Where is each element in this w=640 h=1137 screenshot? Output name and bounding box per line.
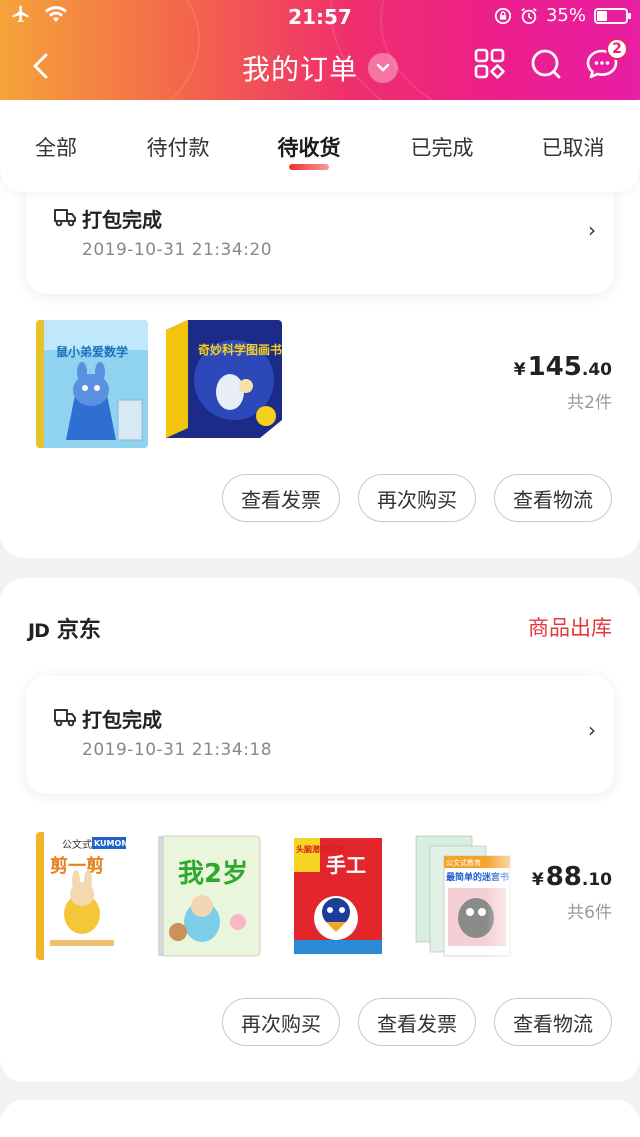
active-tab-indicator bbox=[289, 164, 329, 170]
chevron-down-icon bbox=[368, 53, 398, 83]
tracking-summary[interactable]: 打包完成 2019-10-31 21:34:20 › bbox=[26, 176, 614, 294]
message-button[interactable]: 2 bbox=[584, 38, 628, 82]
order-card[interactable]: 打包完成 2019-10-31 21:34:20 › 鼠小弟爱数学 奇妙科学图画… bbox=[0, 160, 640, 558]
page-title: 我的订单 bbox=[241, 53, 358, 86]
tracking-time: 2019-10-31 21:34:18 bbox=[82, 740, 273, 760]
battery-icon bbox=[594, 7, 631, 24]
tracking-status: 打包完成 bbox=[82, 208, 162, 232]
order-status: 商品出库 bbox=[528, 616, 612, 640]
view-invoice-button[interactable]: 查看发票 bbox=[222, 474, 340, 522]
app-header: 21:57 35% 我的订单 2 bbox=[0, 0, 640, 100]
book-brand-tag: KUMON bbox=[94, 839, 128, 848]
rotation-lock-icon bbox=[494, 7, 512, 24]
book-title: 鼠小弟爱数学 bbox=[56, 344, 128, 359]
chevron-right-icon: › bbox=[588, 218, 596, 242]
buy-again-button[interactable]: 再次购买 bbox=[358, 474, 476, 522]
view-invoice-button[interactable]: 查看发票 bbox=[358, 998, 476, 1046]
tab-pending-receipt[interactable]: 待收货 bbox=[244, 132, 374, 162]
tab-cancelled[interactable]: 已取消 bbox=[508, 132, 638, 162]
apps-grid-icon[interactable] bbox=[472, 46, 508, 82]
view-logistics-button[interactable]: 查看物流 bbox=[494, 474, 612, 522]
order-tabs: 全部 待付款 待收货 已完成 已取消 bbox=[0, 100, 640, 192]
delivery-truck-icon bbox=[54, 709, 76, 727]
shop-name[interactable]: JD 京东 bbox=[28, 612, 101, 644]
tracking-summary[interactable]: 打包完成 2019-10-31 21:34:18 › bbox=[26, 676, 614, 794]
item-count: 共6件 bbox=[567, 903, 612, 923]
jd-logo: JD bbox=[28, 620, 50, 642]
order-price: ¥88.10 bbox=[531, 862, 612, 892]
order-total: ¥145.40 共2件 bbox=[514, 352, 612, 413]
order-total: ¥88.10 共6件 bbox=[532, 862, 612, 923]
nav-bar: 我的订单 2 bbox=[0, 34, 640, 100]
book-title: 我2岁 bbox=[178, 858, 248, 889]
order-actions: 查看发票 再次购买 查看物流 bbox=[222, 474, 612, 522]
message-badge: 2 bbox=[606, 38, 628, 60]
search-icon[interactable] bbox=[528, 46, 564, 82]
order-card[interactable] bbox=[0, 1100, 640, 1137]
book-brand: 公文式教育 bbox=[446, 858, 481, 867]
product-thumbnail[interactable]: 鼠小弟爱数学 bbox=[36, 320, 148, 448]
view-logistics-button[interactable]: 查看物流 bbox=[494, 998, 612, 1046]
book-cover-image: 头脑潜能开发 手工 bbox=[292, 832, 384, 960]
tracking-status: 打包完成 bbox=[82, 708, 162, 732]
delivery-truck-icon bbox=[54, 209, 76, 227]
tab-completed[interactable]: 已完成 bbox=[377, 132, 507, 162]
product-list[interactable]: 公文式教育 KUMON 剪一剪 我2岁 头脑潜能开发 手工 公文式教育 最简单的… bbox=[36, 832, 556, 960]
product-thumbnail[interactable]: 我2岁 bbox=[158, 832, 262, 960]
buy-again-button[interactable]: 再次购买 bbox=[222, 998, 340, 1046]
product-thumbnail[interactable]: 头脑潜能开发 手工 bbox=[292, 832, 384, 960]
tracking-time: 2019-10-31 21:34:20 bbox=[82, 240, 273, 260]
product-thumbnail[interactable]: 公文式教育 KUMON 剪一剪 bbox=[36, 832, 128, 960]
item-count: 共2件 bbox=[567, 393, 612, 413]
book-cover-image: 我2岁 bbox=[158, 832, 262, 960]
order-actions: 再次购买 查看发票 查看物流 bbox=[222, 998, 612, 1046]
tab-pending-payment[interactable]: 待付款 bbox=[113, 132, 243, 162]
alarm-icon bbox=[521, 7, 537, 24]
order-card[interactable]: JD 京东 商品出库 打包完成 2019-10-31 21:34:18 › 公文式… bbox=[0, 578, 640, 1082]
book-title: 手工 bbox=[326, 853, 366, 877]
product-thumbnail[interactable]: 奇妙科学图画书 bbox=[160, 320, 282, 448]
book-cover-image: 奇妙科学图画书 bbox=[160, 320, 282, 448]
page-title-dropdown[interactable]: 我的订单 bbox=[242, 48, 398, 88]
tab-all[interactable]: 全部 bbox=[0, 132, 121, 162]
status-bar: 21:57 35% bbox=[0, 0, 640, 34]
book-cover-image: 公文式教育 KUMON 剪一剪 bbox=[36, 832, 128, 960]
book-cover-image: 鼠小弟爱数学 bbox=[36, 320, 148, 448]
book-title: 奇妙科学图画书 bbox=[198, 342, 282, 357]
order-price: ¥145.40 bbox=[513, 352, 612, 382]
battery-percent: 35% bbox=[545, 5, 586, 26]
chevron-right-icon: › bbox=[588, 718, 596, 742]
